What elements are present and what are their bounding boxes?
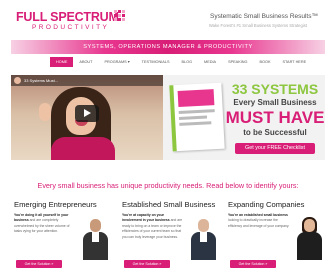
person-photo — [294, 215, 324, 260]
tagline: Systematic Small Business Results™ — [209, 13, 318, 20]
play-icon[interactable] — [75, 105, 99, 122]
promo-line-1: 33 SYSTEMS — [231, 81, 319, 97]
column-emerging: Emerging Entrepreneurs You're doing it a… — [14, 200, 114, 280]
person-photo — [188, 215, 218, 260]
nav-item-speaking[interactable]: SPEAKING — [222, 57, 253, 67]
logo-grid-icon — [114, 10, 125, 21]
column-text: You're at capacity on your involvement i… — [122, 213, 183, 239]
checklist-promo: 33 SYSTEMS Every Small Business MUST HAV… — [163, 75, 325, 160]
get-solution-button[interactable]: Get the Solution » — [16, 260, 62, 268]
logo-wordmark[interactable]: FULL SPECTRUM — [16, 10, 119, 24]
checklist-book-image — [169, 82, 225, 152]
nav-item-about[interactable]: ABOUT — [73, 57, 98, 67]
get-solution-button[interactable]: Get the Solution » — [230, 260, 276, 268]
subtagline: Wake Forest's #1 Small Business Systems … — [208, 23, 307, 28]
nav-item-home[interactable]: HOME — [50, 57, 74, 67]
column-expanding: Expanding Companies You're an establishe… — [228, 200, 328, 280]
get-solution-button[interactable]: Get the Solution » — [124, 260, 170, 268]
presenter-dress — [51, 137, 115, 160]
logo-subtitle: PRODUCTIVITY — [32, 24, 110, 31]
nav-item-book[interactable]: BOOK — [254, 57, 277, 67]
column-established: Established Small Business You're at cap… — [122, 200, 222, 280]
intro-video[interactable]: 33 Systems Must... — [11, 75, 163, 160]
site-header: FULL SPECTRUM PRODUCTIVITY Systematic Sm… — [0, 0, 336, 40]
promo-line-2: Every Small Business — [233, 98, 317, 107]
nav-item-start-here[interactable]: START HERE — [276, 57, 312, 67]
column-text: You're an established small business loo… — [228, 213, 290, 228]
main-nav: HOME ABOUT PROGRAMS ▾ TESTIMONIALS BLOG … — [50, 57, 312, 67]
column-title: Established Small Business — [122, 200, 216, 209]
nav-item-media[interactable]: MEDIA — [198, 57, 222, 67]
promo-line-3: MUST HAVE — [225, 108, 325, 127]
video-title-bar: 33 Systems Must... — [11, 75, 163, 86]
nav-item-testimonials[interactable]: TESTIMONIALS — [136, 57, 176, 67]
presenter-hand — [39, 103, 51, 121]
nav-item-blog[interactable]: BLOG — [175, 57, 198, 67]
person-photo — [80, 215, 110, 260]
promo-line-4: to be Successful — [243, 128, 307, 137]
column-title: Expanding Companies — [228, 200, 305, 209]
section-headline: Every small business has unique producti… — [37, 181, 299, 190]
channel-avatar — [14, 77, 21, 84]
video-title: 33 Systems Must... — [24, 78, 59, 83]
services-banner: SYSTEMS, OPERATIONS MANAGER & PRODUCTIVI… — [11, 40, 325, 54]
column-title: Emerging Entrepreneurs — [14, 200, 97, 209]
nav-item-programs[interactable]: PROGRAMS ▾ — [99, 57, 136, 67]
free-checklist-button[interactable]: Get your FREE Checklist — [235, 143, 315, 154]
column-text: You're doing it all yourself in your bus… — [14, 213, 70, 234]
